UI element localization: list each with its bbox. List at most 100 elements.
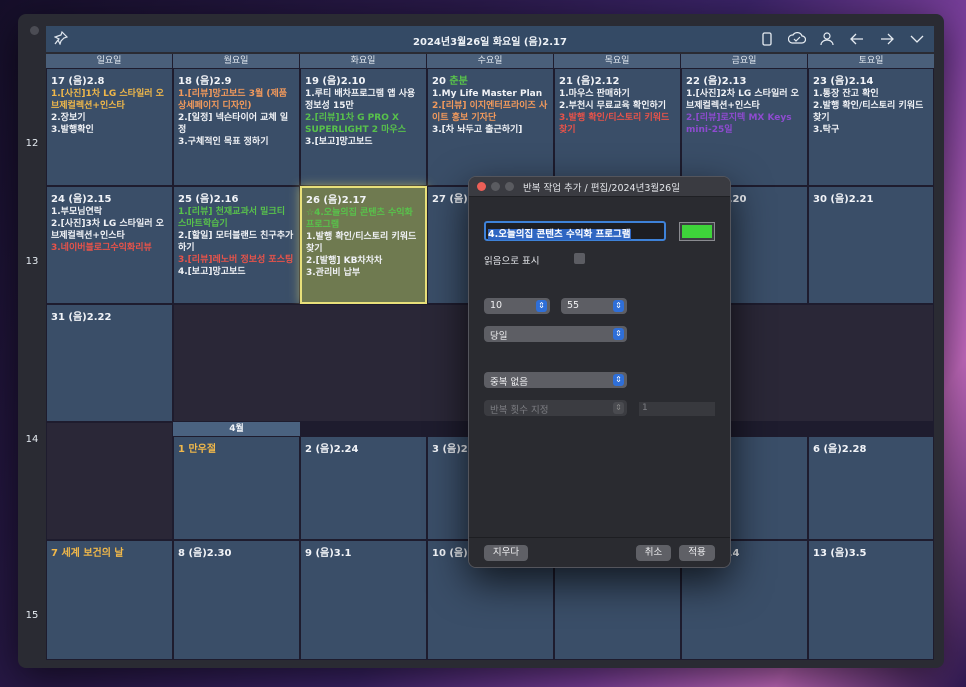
event-item[interactable]: 1.루티 배차프로그램 앱 사용 정보성 15만 <box>305 88 422 112</box>
week-number: 12 <box>25 138 39 149</box>
day-cell[interactable]: 13 (음)3.5 <box>808 540 934 660</box>
day-date: 30 (음)2.21 <box>813 194 874 205</box>
week-number: 15 <box>25 610 39 621</box>
day-cell[interactable]: 9 (음)3.1 <box>300 540 427 660</box>
event-item[interactable]: 1.마우스 판매하기 <box>559 88 676 100</box>
event-item[interactable]: 3.탁구 <box>813 124 929 136</box>
day-cell[interactable]: 25 (음)2.16 1.[리뷰] 천재교과서 밀크티 스마트학습기 2.[할일] … <box>173 186 300 304</box>
day-date: 2 (음)2.24 <box>305 444 359 455</box>
day-cell[interactable]: 21 (음)2.12 1.마우스 판매하기 2.부천시 무료교육 확인하기 3.발행 … <box>554 68 681 186</box>
repeat-task-dialog: 반복 작업 추가 / 편집/2024년3월26일 4.오늘의집 콘텐츠 수익화 … <box>468 176 731 568</box>
event-item[interactable]: 3.네이버블로그수익화리뷰 <box>51 242 168 254</box>
event-item[interactable]: 2.[리뷰] 이지엔터프라이즈 사이트 홍보 기자단 <box>432 100 549 124</box>
week-number: 13 <box>25 256 39 267</box>
event-item[interactable]: 2.[사진]3차 LG 스타일러 오브제컬렉션+인스타 <box>51 218 168 242</box>
event-item[interactable]: 2.부천시 무료교육 확인하기 <box>559 100 676 112</box>
day-date: 23 (음)2.14 <box>813 76 874 87</box>
repeat-count-select: 반복 횟수 지정 ⇕ <box>484 400 627 416</box>
day-cell[interactable]: 18 (음)2.9 1.[리뷰]망고보드 3월 (제품상세페이지 디자인) 2.[일… <box>173 68 300 186</box>
task-text: 4.오늘의집 콘텐츠 수익화 프로그램 <box>488 229 631 240</box>
event-item[interactable]: 1.부모님연락 <box>51 206 168 218</box>
event-item[interactable]: 2.[발행] KB차차차 <box>306 255 421 267</box>
hour-select[interactable]: 10 ⇕ <box>484 298 550 314</box>
day-cell[interactable]: 20 춘분 1.My Life Master Plan 2.[리뷰] 이지엔터프라이… <box>427 68 554 186</box>
event-item[interactable]: 3.[차 놔두고 출근하기] <box>432 124 549 136</box>
event-item[interactable]: 1.[리뷰]망고보드 3월 (제품상세페이지 디자인) <box>178 88 295 112</box>
event-item[interactable]: 2.[리뷰]1차 G PRO X SUPERLIGHT 2 마우스 <box>305 112 422 136</box>
arrow-left-icon[interactable] <box>846 30 868 48</box>
event-item[interactable]: 2.장보기 <box>51 112 168 124</box>
day-cell[interactable]: 7 세계 보건의 날 <box>46 540 173 660</box>
day-date: 25 (음)2.16 <box>178 194 239 205</box>
day-cell[interactable]: 1 만우절 <box>173 436 300 540</box>
day-date: 21 (음)2.12 <box>559 76 620 87</box>
phone-icon[interactable] <box>756 30 778 48</box>
day-date: 17 (음)2.8 <box>51 76 105 87</box>
event-item[interactable]: 2.[리뷰]로지텍 MX Keys mini-25일 <box>686 112 803 136</box>
weekday-wed: 수요일 <box>427 54 554 68</box>
delete-button[interactable]: 지우다 <box>484 545 528 561</box>
empty-cell <box>46 422 173 540</box>
repeat-count-field: 1 <box>639 402 715 416</box>
day-date: 9 (음)3.1 <box>305 548 352 559</box>
event-item[interactable]: 4.[보고]망고보드 <box>178 266 295 278</box>
close-button[interactable] <box>477 182 486 191</box>
day-cell[interactable]: 6 (음)2.28 <box>808 436 934 540</box>
day-cell[interactable]: 2 (음)2.24 <box>300 436 427 540</box>
day-cell[interactable]: 17 (음)2.8 1.[사진]1차 LG 스타일러 오브제컬렉션+인스타 2.장보… <box>46 68 173 186</box>
event-item[interactable]: 3.발행 확인/티스토리 키워드 찾기 <box>559 112 676 136</box>
day-date: 24 (음)2.15 <box>51 194 112 205</box>
read-label: 읽음으로 표시 <box>484 256 540 267</box>
person-icon[interactable] <box>816 30 838 48</box>
event-item[interactable]: 1.[사진]1차 LG 스타일러 오브제컬렉션+인스타 <box>51 88 168 112</box>
event-item[interactable]: ☆4.오늘의집 콘텐츠 수익화 프로그램 <box>306 207 421 231</box>
day-date: 18 (음)2.9 <box>178 76 232 87</box>
read-checkbox[interactable] <box>574 253 585 264</box>
period-select[interactable]: 당일 ⇕ <box>484 326 627 342</box>
chevron-down-icon[interactable] <box>906 30 928 48</box>
event-item[interactable]: 1.통장 잔고 확인 <box>813 88 929 100</box>
day-cell[interactable]: 31 (음)2.22 <box>46 304 173 422</box>
stepper-icon: ⇕ <box>536 300 547 312</box>
stepper-icon: ⇕ <box>613 374 624 386</box>
zoom-button[interactable] <box>505 182 514 191</box>
event-item[interactable]: 3.[보고]망고보드 <box>305 136 422 148</box>
day-date: 22 (음)2.13 <box>686 76 747 87</box>
cancel-button[interactable]: 취소 <box>636 545 671 561</box>
dialog-title: 반복 작업 추가 / 편집/2024년3월26일 <box>523 182 680 194</box>
day-date: 8 (음)2.30 <box>178 548 232 559</box>
day-cell[interactable]: 30 (음)2.21 <box>808 186 934 304</box>
day-date: 19 (음)2.10 <box>305 76 366 87</box>
event-item[interactable]: 3.[리뷰]레노버 정보성 포스팅 <box>178 254 295 266</box>
day-cell[interactable]: 8 (음)2.30 <box>173 540 300 660</box>
event-item[interactable]: 1.발행 확인/티스토리 키워드 찾기 <box>306 231 421 255</box>
day-cell[interactable]: 23 (음)2.14 1.통장 잔고 확인 2.발행 확인/티스토리 키워드 찾기 3… <box>808 68 934 186</box>
arrow-right-icon[interactable] <box>876 30 898 48</box>
minimize-button[interactable] <box>491 182 500 191</box>
event-item[interactable]: 2.[할일] 모터블랜드 친구추가하기 <box>178 230 295 254</box>
cloud-check-icon[interactable] <box>786 30 808 48</box>
repeat-select[interactable]: 중복 없음 ⇕ <box>484 372 627 388</box>
dialog-footer: 지우다 취소 적용 <box>469 537 730 567</box>
event-item[interactable]: 3.발행확인 <box>51 124 168 136</box>
title-bar: 2024년3월26일 화요일 (음)2.17 <box>46 26 934 52</box>
window-control[interactable] <box>30 26 39 35</box>
task-text-input[interactable]: 4.오늘의집 콘텐츠 수익화 프로그램 <box>484 221 666 241</box>
event-item[interactable]: 3.구체적인 목표 정하기 <box>178 136 295 148</box>
apply-button[interactable]: 적용 <box>679 545 715 561</box>
event-item[interactable]: 2.[일정] 넥슨타이어 교체 일정 <box>178 112 295 136</box>
event-item[interactable]: 1.My Life Master Plan <box>432 88 549 100</box>
day-cell[interactable]: 22 (음)2.13 1.[사진]2차 LG 스타일러 오브제컬렉션+인스타 2.[… <box>681 68 808 186</box>
day-cell[interactable]: 19 (음)2.10 1.루티 배차프로그램 앱 사용 정보성 15만 2.[리뷰]… <box>300 68 427 186</box>
event-item[interactable]: 2.발행 확인/티스토리 키워드 찾기 <box>813 100 929 124</box>
weekday-thu: 목요일 <box>554 54 681 68</box>
event-item[interactable]: 1.[리뷰] 천재교과서 밀크티 스마트학습기 <box>178 206 295 230</box>
weekday-tue: 화요일 <box>300 54 427 68</box>
color-picker[interactable] <box>679 222 715 241</box>
day-cell[interactable]: 24 (음)2.15 1.부모님연락 2.[사진]3차 LG 스타일러 오브제컬렉션… <box>46 186 173 304</box>
stepper-icon: ⇕ <box>613 402 624 414</box>
event-item[interactable]: 1.[사진]2차 LG 스타일러 오브제컬렉션+인스타 <box>686 88 803 112</box>
event-item[interactable]: 3.관리비 납부 <box>306 267 421 279</box>
day-cell[interactable]: 26 (음)2.17 ☆4.오늘의집 콘텐츠 수익화 프로그램 1.발행 확인/티스… <box>300 186 427 304</box>
minute-select[interactable]: 55 ⇕ <box>561 298 627 314</box>
